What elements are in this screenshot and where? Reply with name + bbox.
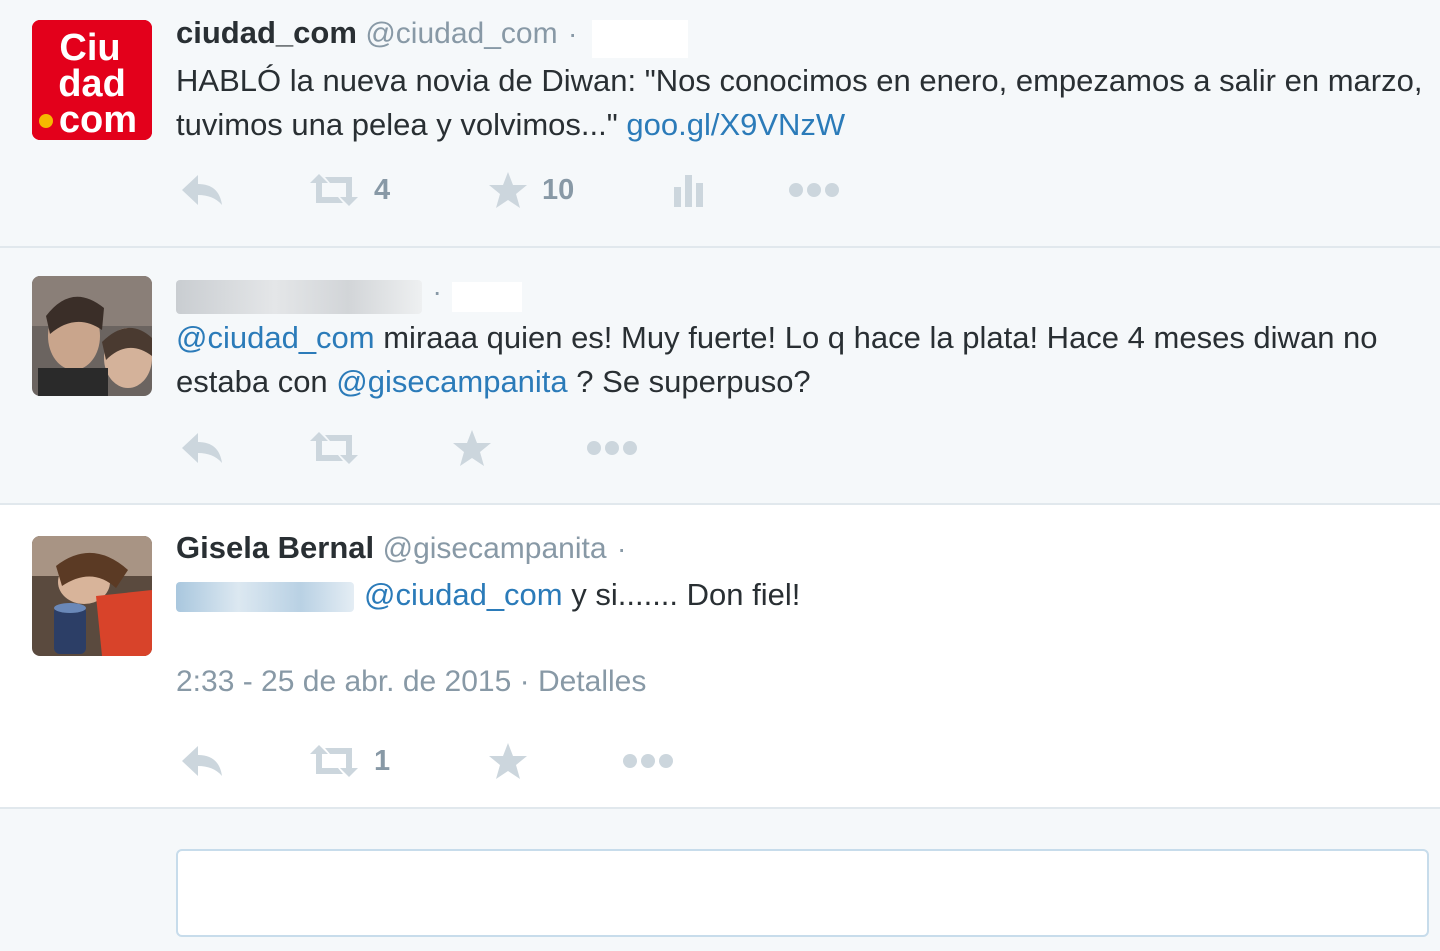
favorite-button[interactable] xyxy=(452,426,492,470)
tweet[interactable]: · @ciudad_com miraaa quien es! Muy fuert… xyxy=(0,248,1440,505)
retweet-count: 1 xyxy=(374,744,391,777)
redacted-mention[interactable] xyxy=(176,581,354,612)
tweet-header: ciudad_com @ciudad_com · xyxy=(176,15,688,58)
favorite-button[interactable] xyxy=(488,739,528,783)
avatar[interactable] xyxy=(32,276,152,396)
tweet-header: · xyxy=(176,276,523,316)
separator: · xyxy=(616,533,627,564)
separator: · xyxy=(432,276,442,307)
reply-icon xyxy=(182,746,222,776)
mention-link[interactable]: @ciudad_com xyxy=(364,577,563,612)
svg-text:com: com xyxy=(59,99,137,140)
favorite-count: 10 xyxy=(542,173,575,206)
fullname[interactable]: ciudad_com xyxy=(176,15,357,50)
more-icon xyxy=(587,441,637,455)
username[interactable]: @gisecampanita xyxy=(383,532,607,565)
retweet-button[interactable] xyxy=(308,426,360,470)
ciudad-com-logo: Ciu dad com xyxy=(32,20,152,140)
retweet-icon xyxy=(310,174,358,206)
reply-button[interactable] xyxy=(180,426,224,470)
analytics-button[interactable] xyxy=(672,168,706,212)
tweet-text-body: ? Se superpuso? xyxy=(567,364,811,399)
more-button[interactable] xyxy=(788,168,840,212)
favorite-icon xyxy=(489,743,527,779)
retweet-count: 4 xyxy=(374,173,391,206)
redacted-fullname xyxy=(176,279,422,314)
meta-separator: · xyxy=(511,665,538,698)
details-link[interactable]: Detalles xyxy=(538,665,646,698)
timestamp[interactable]: 2:33 - 25 de abr. de 2015 xyxy=(176,665,511,698)
redacted-timestamp xyxy=(591,19,688,58)
retweet-button[interactable]: 1 xyxy=(308,739,390,783)
mention-link[interactable]: @ciudad_com xyxy=(176,320,375,355)
favorite-icon xyxy=(453,430,491,466)
tweet-text-body: y si....... Don fiel! xyxy=(562,577,801,612)
retweet-icon xyxy=(310,432,358,464)
tweet-header: Gisela Bernal @gisecampanita · xyxy=(176,530,626,570)
analytics-icon xyxy=(674,175,703,207)
favorite-icon xyxy=(489,172,527,208)
tweet-link[interactable]: goo.gl/X9VNzW xyxy=(626,107,845,142)
username[interactable]: @ciudad_com xyxy=(365,17,557,50)
redacted-timestamp xyxy=(452,281,523,312)
tweet-text: @ciudad_com y si....... Don fiel! xyxy=(176,573,1430,617)
user-photo xyxy=(32,536,152,656)
tweet[interactable]: Gisela Bernal @gisecampanita · @ciudad_c… xyxy=(0,505,1440,809)
more-icon xyxy=(789,183,839,197)
retweet-icon xyxy=(310,745,358,777)
reply-button[interactable] xyxy=(180,168,224,212)
favorite-button[interactable]: 10 xyxy=(488,168,574,212)
tweet-meta: 2:33 - 25 de abr. de 2015 · Detalles xyxy=(176,665,646,699)
tweet-text: @ciudad_com miraaa quien es! Muy fuerte!… xyxy=(176,316,1430,404)
retweet-button[interactable]: 4 xyxy=(308,168,390,212)
reply-icon xyxy=(182,433,222,463)
separator: · xyxy=(568,18,578,49)
reply-icon xyxy=(182,175,222,205)
fullname[interactable]: Gisela Bernal xyxy=(176,530,374,565)
avatar[interactable] xyxy=(32,536,152,656)
reply-button[interactable] xyxy=(180,739,224,783)
user-photo xyxy=(32,276,152,396)
tweet[interactable]: Ciu dad com ciudad_com @ciudad_com · HAB… xyxy=(0,0,1440,248)
more-icon xyxy=(623,754,673,768)
avatar[interactable]: Ciu dad com xyxy=(32,20,152,140)
more-button[interactable] xyxy=(622,739,674,783)
mention-link[interactable]: @gisecampanita xyxy=(336,364,567,399)
more-button[interactable] xyxy=(586,426,638,470)
tweet-text: HABLÓ la nueva novia de Diwan: "Nos cono… xyxy=(176,59,1430,147)
reply-input[interactable] xyxy=(176,849,1429,937)
